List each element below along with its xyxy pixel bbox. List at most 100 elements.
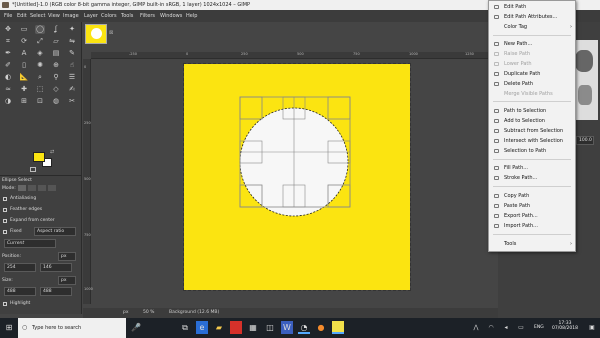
dodge-tool-icon[interactable]: ◐	[3, 73, 13, 82]
ellipse-select-tool-icon[interactable]: ◯	[35, 25, 45, 34]
menu-image[interactable]: Image	[63, 10, 79, 22]
firefox-icon[interactable]: ●	[315, 321, 327, 334]
blend-tool-icon[interactable]: ◑	[3, 97, 13, 106]
menu-windows[interactable]: Windows	[160, 10, 182, 22]
pencil-tool-icon[interactable]: ✎	[67, 49, 77, 58]
handle-transform-tool-icon[interactable]: ⊡	[35, 97, 45, 106]
app-icon-red[interactable]	[230, 321, 242, 334]
paths-tool-icon[interactable]: ✒	[3, 49, 13, 58]
mode-replace-icon[interactable]	[18, 185, 26, 191]
language-indicator[interactable]: ENG	[534, 325, 544, 330]
wifi-icon[interactable]: ◠	[485, 321, 497, 334]
fuzzy-select-tool-icon[interactable]: ✦	[67, 25, 77, 34]
swap-colors-icon[interactable]: ⇄	[50, 149, 54, 155]
current-ratio-field[interactable]: Current	[4, 239, 56, 248]
photos-app-icon[interactable]: ▦	[247, 321, 259, 334]
color-picker-tool-icon[interactable]: ⚲	[51, 73, 61, 82]
cortana-mic-icon[interactable]: 🎤	[130, 321, 142, 334]
lasso-tool-icon[interactable]: ʆ	[51, 25, 61, 34]
foreground-select-tool-icon[interactable]: ◍	[51, 97, 61, 106]
menu-help[interactable]: Help	[186, 10, 197, 22]
close-tab-icon[interactable]: ⊠	[109, 30, 113, 36]
menu-item-tools[interactable]: Tools ›	[489, 239, 575, 249]
menu-item-intersect-with-selection[interactable]: Intersect with Selection	[489, 136, 575, 146]
menu-item-duplicate-path[interactable]: Duplicate Path	[489, 69, 575, 79]
menu-layer[interactable]: Layer	[84, 10, 98, 22]
flip-tool-icon[interactable]: ⇋	[67, 37, 77, 46]
scale-tool-icon[interactable]: ⤢	[35, 37, 45, 46]
zoom-tool-icon[interactable]: ⌕	[35, 73, 45, 82]
fixed-mode-select[interactable]: Aspect ratio	[34, 227, 76, 236]
cage-tool-icon[interactable]: ◇	[51, 85, 61, 94]
menu-item-path-to-selection[interactable]: Path to Selection	[489, 106, 575, 116]
mode-add-icon[interactable]	[28, 185, 36, 191]
move-tool-icon[interactable]: ✥	[3, 25, 13, 34]
menu-item-new-path[interactable]: New Path...	[489, 39, 575, 49]
taskbar-search-box[interactable]: ○ Type here to search	[18, 318, 126, 338]
menu-select[interactable]: Select	[30, 10, 45, 22]
menu-item-delete-path[interactable]: Delete Path	[489, 79, 575, 89]
notifications-icon[interactable]: ▣	[586, 321, 598, 334]
smudge-tool-icon[interactable]: ☝	[67, 61, 77, 70]
crop-tool-icon[interactable]: ⌗	[3, 37, 13, 46]
image-canvas[interactable]	[183, 63, 411, 291]
menu-item-color-tag[interactable]: Color Tag ›	[489, 22, 575, 32]
ink-tool-icon[interactable]: ✍	[67, 85, 77, 94]
menu-item-edit-path-attributes[interactable]: Edit Path Attributes...	[489, 12, 575, 22]
feather-checkbox[interactable]	[3, 208, 7, 212]
perspective-tool-icon[interactable]: ⬚	[35, 85, 45, 94]
measure-tool-icon[interactable]: 📐	[19, 73, 29, 82]
menu-item-copy-path[interactable]: Copy Path	[489, 191, 575, 201]
menu-filters[interactable]: Filters	[140, 10, 155, 22]
ellipse-selection-overlay[interactable]	[184, 64, 410, 290]
paintbrush-tool-icon[interactable]: ✐	[3, 61, 13, 70]
heal-tool-icon[interactable]: ✚	[19, 85, 29, 94]
edge-browser-icon[interactable]: e	[196, 321, 208, 334]
highlight-checkbox[interactable]	[3, 302, 7, 306]
position-unit-select[interactable]: px	[58, 252, 76, 261]
default-colors-icon[interactable]	[30, 167, 36, 172]
scissors-tool-icon[interactable]: ✂	[67, 97, 77, 106]
eraser-tool-icon[interactable]: ▯	[19, 61, 29, 70]
expand-from-center-checkbox[interactable]	[3, 219, 7, 223]
menu-item-edit-path[interactable]: Edit Path	[489, 2, 575, 12]
menu-file[interactable]: File	[4, 10, 12, 22]
shear-tool-icon[interactable]: ▱	[51, 37, 61, 46]
battery-icon[interactable]: ▭	[515, 321, 527, 334]
rect-select-tool-icon[interactable]: ▭	[19, 25, 29, 34]
network-icon[interactable]: ⋀	[470, 321, 482, 334]
menu-item-subtract-from-selection[interactable]: Subtract from Selection	[489, 126, 575, 136]
clone-tool-icon[interactable]: ⊕	[51, 61, 61, 70]
fixed-checkbox[interactable]	[3, 230, 7, 234]
file-explorer-icon[interactable]: ▰	[213, 321, 225, 334]
gradient-tool-icon[interactable]: ▤	[51, 49, 61, 58]
mode-intersect-icon[interactable]	[48, 185, 56, 191]
antialiasing-checkbox[interactable]	[3, 197, 7, 201]
word-app-icon[interactable]: W	[281, 321, 293, 334]
menu-edit[interactable]: Edit	[17, 10, 27, 22]
menu-item-selection-to-path[interactable]: Selection to Path	[489, 146, 575, 156]
image-tab-thumbnail[interactable]	[85, 24, 107, 44]
brush-size-input[interactable]: 100.0	[576, 136, 594, 145]
menu-view[interactable]: View	[48, 10, 60, 22]
rotate-tool-icon[interactable]: ⟳	[19, 37, 29, 46]
volume-icon[interactable]: ◂	[500, 321, 512, 334]
gimp-taskbar-icon[interactable]: ◔	[298, 321, 310, 334]
unified-transform-tool-icon[interactable]: ⊞	[19, 97, 29, 106]
clock[interactable]: 17:33 07/08/2018	[550, 318, 580, 338]
menu-item-fill-path[interactable]: Fill Path...	[489, 163, 575, 173]
menu-colors[interactable]: Colors	[101, 10, 117, 22]
store-app-icon[interactable]: ◫	[264, 321, 276, 334]
foreground-color-swatch[interactable]	[33, 152, 45, 162]
align-tool-icon[interactable]: ☰	[67, 73, 77, 82]
menu-item-stroke-path[interactable]: Stroke Path...	[489, 173, 575, 183]
task-view-icon[interactable]: ⧉	[179, 321, 191, 334]
size-width-input[interactable]: 488	[4, 287, 36, 296]
zoom-select[interactable]: 50 %	[143, 308, 154, 318]
size-unit-select[interactable]: px	[58, 276, 76, 285]
airbrush-tool-icon[interactable]: ✺	[35, 61, 45, 70]
position-x-input[interactable]: 254	[4, 263, 36, 272]
menu-item-export-path[interactable]: Export Path...	[489, 211, 575, 221]
size-height-input[interactable]: 488	[40, 287, 72, 296]
bucket-fill-tool-icon[interactable]: ◈	[35, 49, 45, 58]
